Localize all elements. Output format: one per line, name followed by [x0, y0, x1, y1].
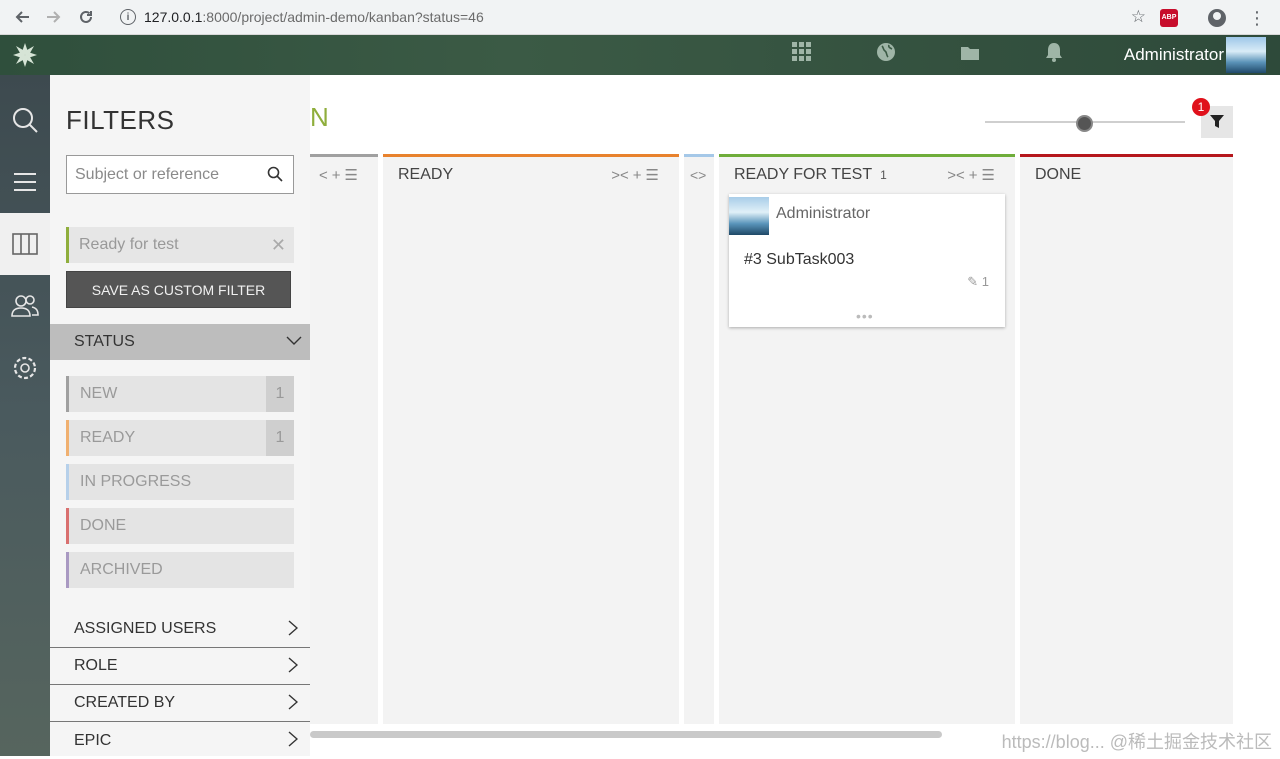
section-role[interactable]: ROLE [50, 648, 310, 685]
address-bar[interactable]: i 127.0.0.1:8000/project/admin-demo/kanb… [108, 3, 1160, 31]
kanban-column-ready-for-test: READY FOR TEST 1 >< + ☰ Administrator #3 … [719, 154, 1015, 724]
bell-icon[interactable] [1012, 42, 1096, 68]
topbar-user-name[interactable]: Administrator [1124, 35, 1224, 75]
status-count: 1 [266, 420, 294, 456]
chevron-right-icon [288, 620, 299, 641]
horizontal-scrollbar[interactable] [310, 731, 942, 738]
page-title: N [310, 102, 329, 132]
unfold-icon[interactable]: <> [690, 167, 706, 183]
status-filter-done[interactable]: DONE [66, 508, 294, 544]
zoom-slider-handle[interactable] [1076, 115, 1093, 132]
account-icon[interactable] [1208, 8, 1226, 27]
card-more-icon[interactable]: ••• [856, 308, 874, 324]
close-icon[interactable]: ✕ [271, 235, 286, 256]
search-icon[interactable] [267, 166, 283, 187]
fold-icon[interactable]: >< [611, 167, 629, 184]
column-tools: >< + ☰ [947, 166, 995, 185]
status-label: IN PROGRESS [80, 473, 192, 490]
info-icon[interactable]: i [120, 9, 136, 25]
column-title: DONE [1035, 166, 1082, 183]
chevron-right-icon [288, 731, 299, 752]
kanban-column-ready: READY >< + ☰ [383, 154, 679, 724]
section-created-by[interactable]: CREATED BY [50, 685, 310, 722]
status-filter-in-progress[interactable]: IN PROGRESS [66, 464, 294, 500]
section-assigned-users[interactable]: ASSIGNED USERS [50, 611, 310, 648]
taiga-logo-icon[interactable] [0, 35, 50, 75]
column-tools: < + ☰ [319, 166, 358, 185]
status-count: 1 [266, 376, 294, 412]
chevron-right-icon [288, 657, 299, 678]
section-title: ROLE [74, 657, 118, 674]
url-host: 127.0.0.1 [144, 9, 203, 25]
add-card-icon[interactable]: + [969, 167, 978, 184]
fold-icon[interactable]: < [319, 167, 328, 184]
section-title: CREATED BY [74, 694, 176, 711]
url-path: :8000/project/admin-demo/kanban?status=4… [202, 9, 484, 25]
applied-filter-label: Ready for test [79, 236, 179, 253]
status-filter-ready[interactable]: READY 1 [66, 420, 294, 456]
status-section-header[interactable]: STATUS [50, 324, 310, 360]
avatar [729, 197, 769, 235]
watermark: https://blog... @稀土掘金技术社区 [1001, 732, 1272, 752]
paperclip-icon: ✎ [967, 274, 979, 289]
attachment-count: ✎ 1 [967, 274, 989, 289]
status-filter-archived[interactable]: ARCHIVED [66, 552, 294, 588]
applied-filter-chip: Ready for test ✕ [66, 227, 294, 263]
column-count: 1 [880, 168, 887, 182]
globe-icon[interactable] [844, 42, 928, 68]
folder-icon[interactable] [928, 43, 1012, 67]
search-icon[interactable] [0, 89, 50, 151]
fold-icon[interactable]: >< [947, 167, 965, 184]
back-icon[interactable] [6, 1, 38, 33]
kanban-column-folded: <> [684, 154, 714, 724]
section-epic[interactable]: EPIC [50, 722, 310, 759]
status-filter-new[interactable]: NEW 1 [66, 376, 294, 412]
filter-search-field[interactable] [66, 155, 294, 194]
card-assignee: Administrator [776, 205, 871, 222]
section-title: ASSIGNED USERS [74, 620, 217, 637]
add-card-icon[interactable]: + [332, 167, 341, 184]
status-label: DONE [80, 517, 127, 534]
reload-icon[interactable] [70, 1, 102, 33]
chevron-down-icon [286, 332, 302, 353]
bulk-add-icon[interactable]: ☰ [646, 166, 659, 184]
status-label: READY [80, 429, 136, 446]
bulk-add-icon[interactable]: ☰ [345, 166, 358, 184]
filters-panel: FILTERS Ready for test ✕ SAVE AS CUSTOM … [50, 75, 310, 756]
kanban-card[interactable]: Administrator #3 SubTask003 ✎ 1 ••• [729, 194, 1005, 327]
team-icon[interactable] [0, 275, 50, 337]
avatar[interactable] [1226, 37, 1266, 73]
star-icon[interactable]: ☆ [1131, 7, 1146, 27]
filter-icon [1210, 115, 1224, 128]
card-title[interactable]: #3 SubTask003 [744, 251, 854, 269]
filter-count-badge: 1 [1192, 98, 1210, 116]
column-title: READY [398, 166, 454, 183]
status-label: NEW [80, 385, 118, 402]
section-title: EPIC [74, 731, 112, 749]
menu-icon[interactable] [0, 151, 50, 213]
column-title: READY FOR TEST [734, 166, 873, 183]
settings-icon[interactable] [0, 337, 50, 399]
browser-menu-icon[interactable]: ⋮ [1248, 9, 1266, 27]
adblock-icon[interactable]: ABP [1160, 8, 1178, 27]
kanban-icon[interactable] [0, 213, 50, 275]
save-custom-filter-button[interactable]: SAVE AS CUSTOM FILTER [66, 271, 291, 308]
add-card-icon[interactable]: + [633, 167, 642, 184]
filters-title: FILTERS [66, 105, 175, 135]
search-input[interactable] [75, 165, 255, 184]
project-nav [0, 75, 50, 756]
app-topbar: Administrator [0, 35, 1280, 75]
chevron-right-icon [288, 694, 299, 715]
status-label: ARCHIVED [80, 561, 163, 578]
apps-grid-icon[interactable] [760, 42, 844, 68]
forward-icon[interactable] [38, 1, 70, 33]
browser-toolbar: i 127.0.0.1:8000/project/admin-demo/kanb… [0, 0, 1280, 35]
section-title: STATUS [74, 333, 135, 350]
kanban-column-done: DONE [1020, 154, 1233, 724]
column-tools: >< + ☰ [611, 166, 659, 185]
bulk-add-icon[interactable]: ☰ [982, 166, 995, 184]
